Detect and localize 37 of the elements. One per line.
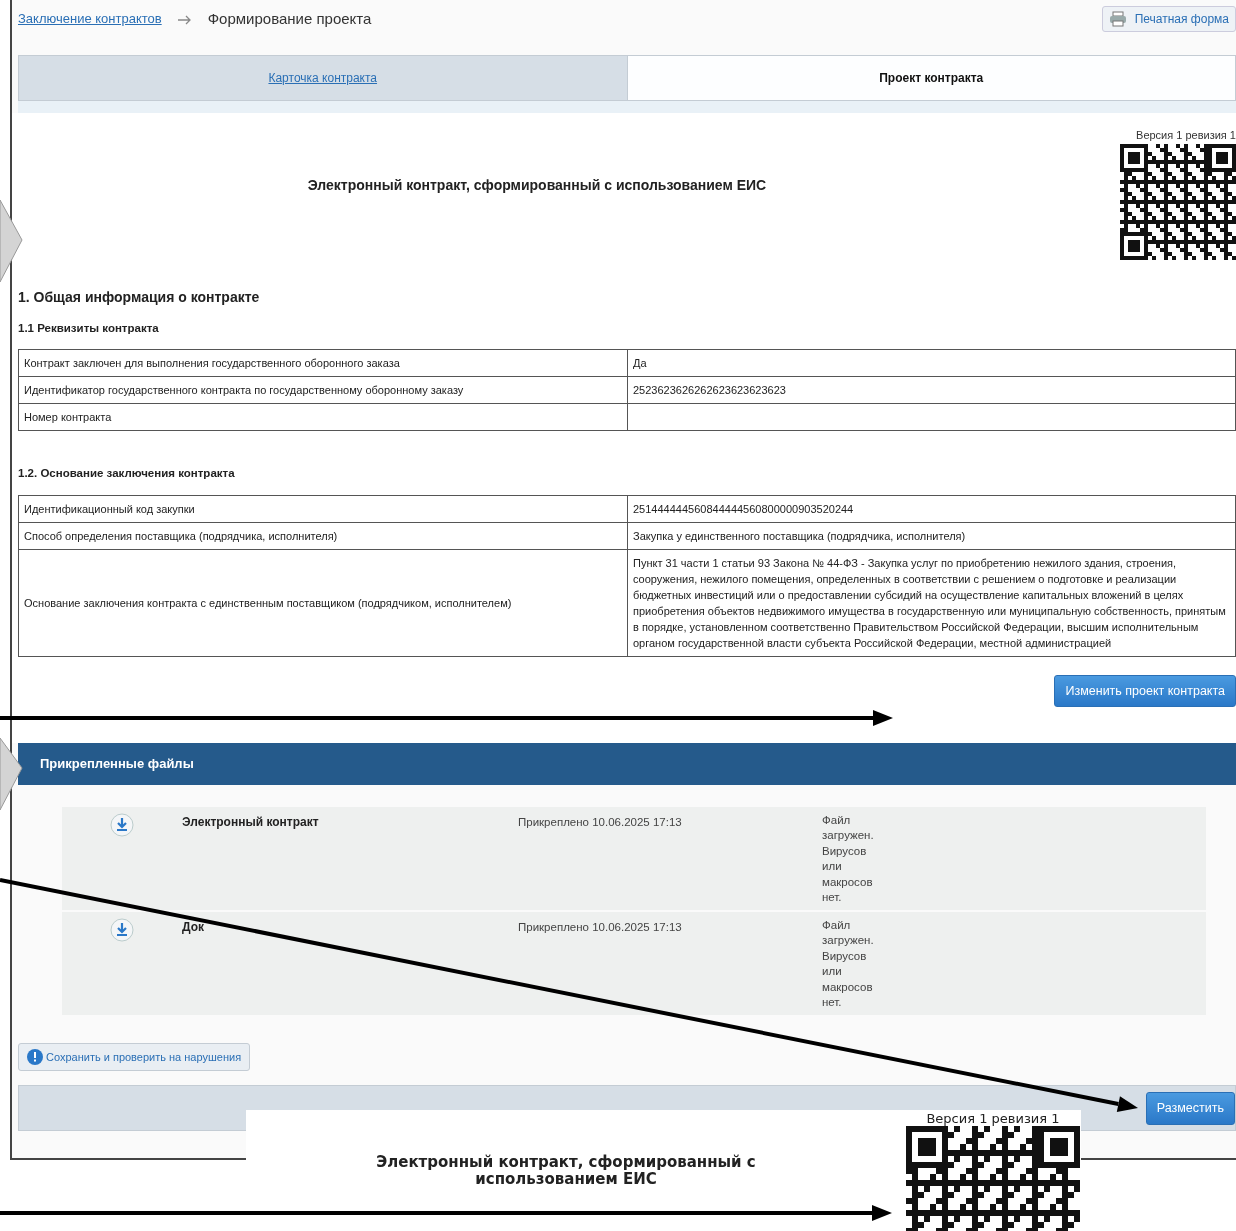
attached-date: Прикреплено 10.06.2025 17:13 — [518, 815, 682, 828]
save-and-check-button[interactable]: Сохранить и проверить на нарушения — [18, 1042, 251, 1072]
file-status: Файл загружен. Вирусов или макросов нет. — [822, 917, 875, 1011]
table-cell: Идентификатор государственного контракта по государственному оборонному заказу — [18, 376, 628, 404]
table-cell: Способ определения поставщика (подрядчика, исполнителя) — [18, 522, 628, 549]
subsection-heading: 1.1 Реквизиты контракта — [18, 321, 160, 336]
document-title: Электронный контракт, сформированный с использованием ЕИС — [375, 1154, 757, 1188]
table-cell: 2523623626262623623623623 — [627, 376, 1236, 404]
table-cell: Да — [627, 349, 1236, 377]
breadcrumb-link[interactable]: Заключение контрактов — [18, 9, 162, 29]
file-name[interactable]: Электронный контракт — [182, 814, 319, 829]
download-icon[interactable] — [110, 812, 134, 837]
table-cell: Идентификационный код закупки — [18, 495, 628, 522]
panel-header: Прикрепленные файлы — [18, 743, 1236, 785]
publish-button[interactable]: Разместить — [1145, 1091, 1235, 1125]
subsection-heading: 1.2. Основание заключения контракта — [18, 466, 236, 482]
download-icon[interactable] — [110, 917, 134, 942]
table-cell: Закупка у единственного поставщика (подрядчика, исполнителя) — [627, 522, 1236, 549]
print-form-button[interactable]: Печатная форма — [1101, 6, 1236, 32]
section-heading: 1. Общая информация о контракте — [18, 288, 261, 307]
table-cell: Контракт заключен для выполнения государственного оборонного заказа — [18, 349, 628, 377]
attached-date: Прикреплено 10.06.2025 17:13 — [518, 920, 682, 933]
table-cell: Номер контракта — [18, 403, 628, 431]
page-title: Формирование проекта — [207, 8, 372, 29]
edit-contract-button[interactable]: Изменить проект контракта — [1054, 674, 1236, 708]
document-title: Электронный контракт, сформированный с использованием ЕИС — [306, 176, 768, 195]
file-name[interactable]: Док — [182, 919, 205, 934]
printer-icon — [1108, 11, 1127, 27]
file-status: Файл загружен. Вирусов или макросов нет. — [822, 812, 875, 906]
tab[interactable]: Карточка контракта — [19, 56, 627, 100]
version-label: Версия 1 ревизия 1 — [1136, 128, 1236, 143]
table-cell: Пункт 31 части 1 статьи 93 Закона № 44-ФЗ - Закупка услуг по приобретению нежилого здания, строения, сооружения, нежилого помещения, определенных в соответствии с решением о подготовке и реализации бюджетных инвестиций или о предоставлении субсидий на осуществление капитальных вложений в целях приобретения объектов недвижимого имущества в государственную или муниципальную собственность, принятым в порядке, установленном соответственно Правительством Российской Федерации, высшим исполнительным органом государственной власти субъекта Российской Федерации, местной администрацией — [627, 549, 1236, 656]
table-cell: Основание заключения контракта с единственным поставщиком (подрядчиком, исполнителем) — [18, 549, 628, 656]
info-icon — [27, 1049, 43, 1065]
version-label: Версия 1 ревизия 1 — [926, 1112, 1060, 1126]
tab[interactable]: Проект контракта — [626, 56, 1235, 100]
table-cell: 251444444560844444560800000903520244 — [627, 495, 1236, 522]
